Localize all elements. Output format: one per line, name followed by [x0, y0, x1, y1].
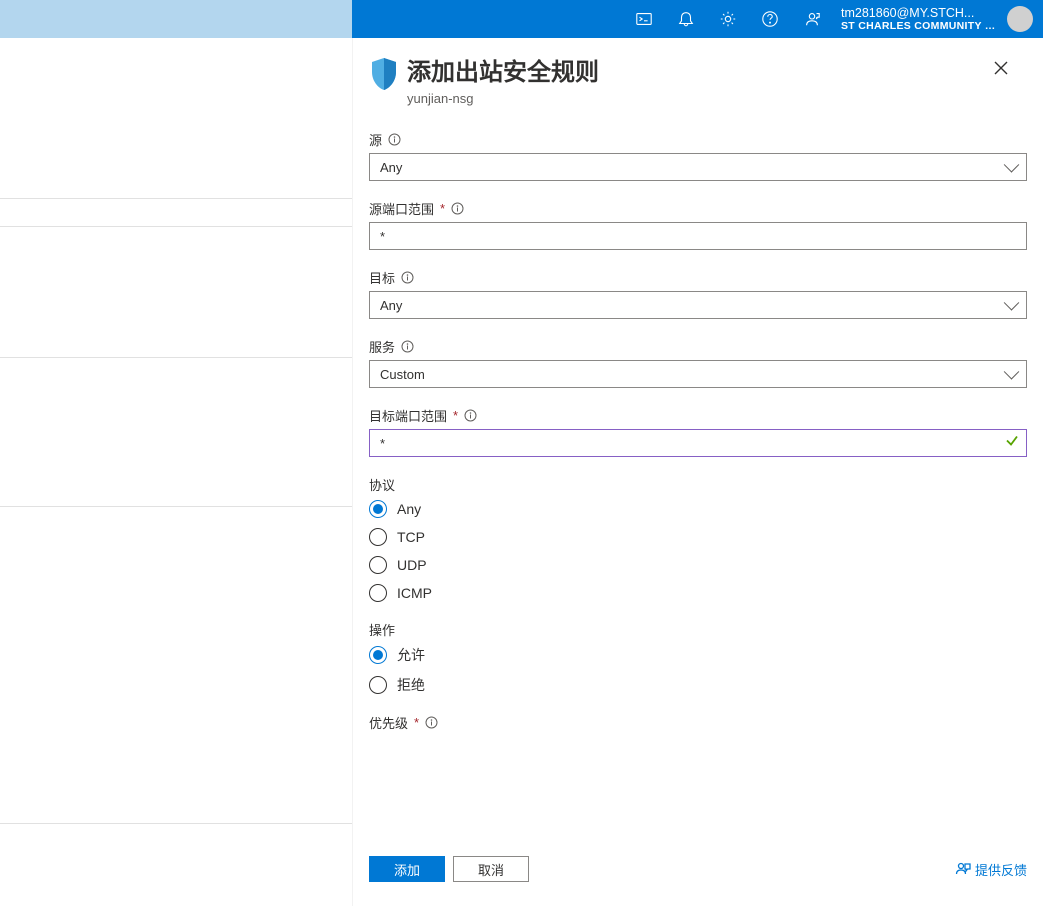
field-destination: 目标 Any	[369, 268, 1027, 319]
settings-gear-icon[interactable]	[707, 0, 749, 38]
panel-footer: 添加 取消 提供反馈	[353, 844, 1043, 906]
protocol-option-icmp[interactable]: ICMP	[369, 584, 1027, 602]
info-icon[interactable]	[388, 133, 401, 146]
required-asterisk: *	[414, 715, 419, 730]
field-protocol: 协议 Any TCP UDP ICMP	[369, 475, 1027, 602]
validation-check-icon	[1005, 434, 1019, 453]
shield-icon	[369, 56, 399, 92]
user-email: tm281860@MY.STCH...	[841, 6, 999, 20]
help-icon[interactable]	[749, 0, 791, 38]
field-source: 源 Any	[369, 130, 1027, 181]
user-account-menu[interactable]: tm281860@MY.STCH... ST CHARLES COMMUNITY…	[833, 6, 1043, 32]
source-value: Any	[380, 160, 402, 175]
avatar	[1007, 6, 1033, 32]
protocol-icmp-label: ICMP	[397, 585, 432, 601]
source-port-ranges-input[interactable]	[369, 222, 1027, 250]
top-bar: tm281860@MY.STCH... ST CHARLES COMMUNITY…	[0, 0, 1043, 38]
info-icon[interactable]	[401, 340, 414, 353]
panel-title: 添加出站安全规则	[407, 52, 599, 87]
label-destination: 目标	[369, 268, 395, 287]
action-option-allow[interactable]: 允许	[369, 645, 1027, 665]
action-option-deny[interactable]: 拒绝	[369, 675, 1027, 695]
panel-subtitle: yunjian-nsg	[407, 91, 599, 106]
required-asterisk: *	[453, 408, 458, 423]
add-button[interactable]: 添加	[369, 856, 445, 882]
label-dest-port-ranges: 目标端口范围	[369, 406, 447, 425]
panel-header: 添加出站安全规则 yunjian-nsg	[353, 38, 1043, 114]
field-source-port-ranges: 源端口范围 *	[369, 199, 1027, 250]
dest-port-ranges-input[interactable]	[369, 429, 1027, 457]
user-org: ST CHARLES COMMUNITY C...	[841, 20, 999, 32]
close-button[interactable]	[985, 52, 1017, 84]
protocol-option-udp[interactable]: UDP	[369, 556, 1027, 574]
action-deny-label: 拒绝	[397, 675, 425, 695]
action-allow-label: 允许	[397, 645, 425, 665]
search-region[interactable]	[0, 0, 352, 38]
protocol-any-label: Any	[397, 501, 421, 517]
cancel-button[interactable]: 取消	[453, 856, 529, 882]
panel-body: 源 Any 源端口范围 * 目标	[353, 114, 1043, 844]
required-asterisk: *	[440, 201, 445, 216]
info-icon[interactable]	[464, 409, 477, 422]
protocol-option-any[interactable]: Any	[369, 500, 1027, 518]
field-dest-port-ranges: 目标端口范围 *	[369, 406, 1027, 457]
field-service: 服务 Custom	[369, 337, 1027, 388]
feedback-label: 提供反馈	[975, 860, 1027, 879]
info-icon[interactable]	[401, 271, 414, 284]
cloud-shell-icon[interactable]	[623, 0, 665, 38]
label-source-port-ranges: 源端口范围	[369, 199, 434, 218]
label-protocol: 协议	[369, 475, 1027, 494]
label-priority: 优先级	[369, 713, 408, 732]
service-dropdown[interactable]: Custom	[369, 360, 1027, 388]
add-outbound-rule-panel: 添加出站安全规则 yunjian-nsg 源 Any 源端口范围 *	[352, 38, 1043, 906]
destination-dropdown[interactable]: Any	[369, 291, 1027, 319]
field-action: 操作 允许 拒绝	[369, 620, 1027, 695]
protocol-option-tcp[interactable]: TCP	[369, 528, 1027, 546]
background-list	[0, 38, 352, 824]
info-icon[interactable]	[425, 716, 438, 729]
protocol-radio-group: Any TCP UDP ICMP	[369, 500, 1027, 602]
notifications-icon[interactable]	[665, 0, 707, 38]
field-priority: 优先级 *	[369, 713, 1027, 732]
label-source: 源	[369, 130, 382, 149]
label-action: 操作	[369, 620, 1027, 639]
protocol-tcp-label: TCP	[397, 529, 425, 545]
source-dropdown[interactable]: Any	[369, 153, 1027, 181]
destination-value: Any	[380, 298, 402, 313]
protocol-udp-label: UDP	[397, 557, 427, 573]
feedback-link[interactable]: 提供反馈	[955, 860, 1027, 879]
info-icon[interactable]	[451, 202, 464, 215]
label-service: 服务	[369, 337, 395, 356]
feedback-person-icon[interactable]	[791, 0, 833, 38]
service-value: Custom	[380, 367, 425, 382]
action-radio-group: 允许 拒绝	[369, 645, 1027, 695]
